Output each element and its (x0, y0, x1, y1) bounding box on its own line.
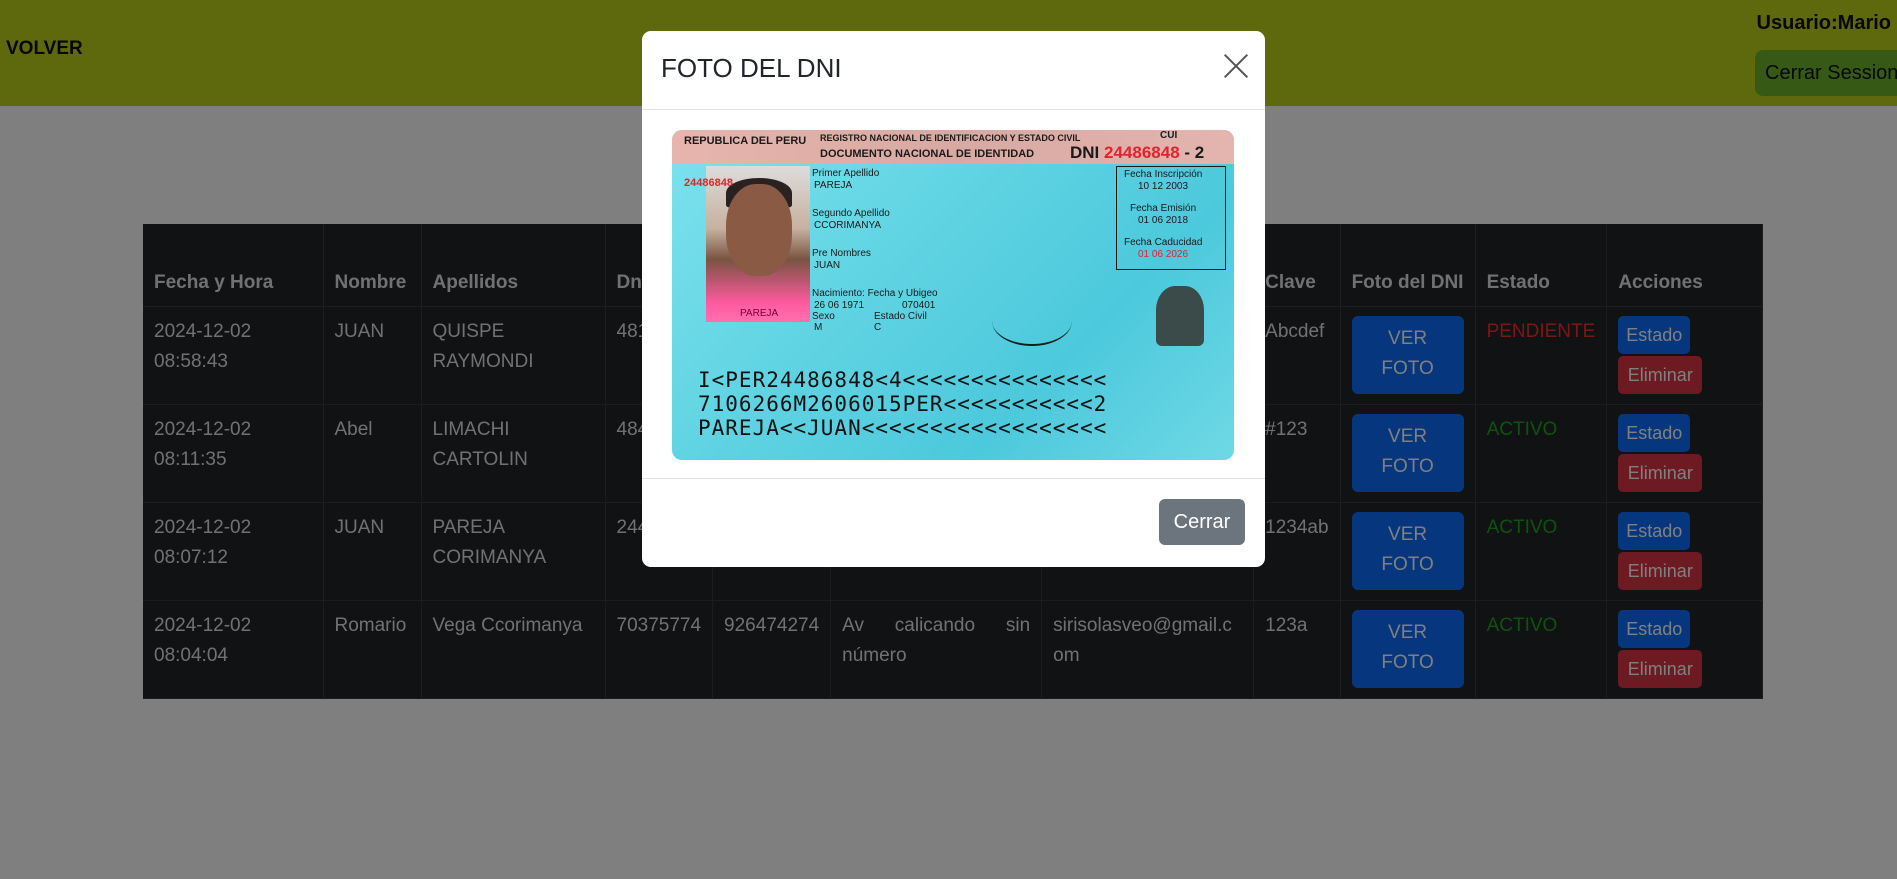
dni-mrz: I<PER24486848<4<<<<<<<<<<<<<<< 7106266M2… (698, 368, 1107, 440)
sexo-label: Sexo (812, 311, 835, 322)
estado-civil-label: Estado Civil (874, 311, 927, 322)
pre-nombres: JUAN (814, 260, 841, 271)
primer-apellido-label: Primer Apellido (812, 168, 880, 179)
emision: 01 06 2018 (1138, 215, 1189, 226)
sexo: M (814, 322, 823, 333)
close-icon[interactable] (1223, 53, 1249, 79)
modal-footer: Cerrar (642, 479, 1265, 567)
photo-face (726, 184, 792, 276)
ubigeo: 070401 (902, 300, 936, 311)
nacimiento-fecha: 26 06 1971 (814, 300, 865, 311)
dni-vertical-number: 24486848 (684, 175, 733, 192)
mrz-line: 7106266M2606015PER<<<<<<<<<<<2 (698, 392, 1108, 416)
mrz-line: I<PER24486848<4<<<<<<<<<<<<<<< (698, 368, 1108, 392)
dni-card-image: REPUBLICA DEL PERU REGISTRO NACIONAL DE … (672, 130, 1234, 460)
dni-label: DNI (1070, 143, 1100, 162)
dni-photo: PAREJA (706, 166, 810, 322)
segundo-apellido-label: Segundo Apellido (812, 208, 890, 219)
dni-doc-title: DOCUMENTO NACIONAL DE IDENTIDAD (820, 148, 1035, 160)
caducidad: 01 06 2026 (1138, 249, 1189, 260)
dni-cui-label: CUI (1160, 130, 1178, 141)
inscripcion-label: Fecha Inscripción (1124, 169, 1203, 180)
estado-civil: C (874, 322, 882, 333)
dni-ghost-photo (1156, 286, 1204, 346)
segundo-apellido: CCORIMANYA (814, 220, 882, 231)
dni-country: REPUBLICA DEL PERU (684, 135, 807, 147)
signature-image (992, 296, 1072, 346)
nacimiento-label: Nacimiento: Fecha y Ubigeo (812, 288, 938, 299)
modal-title: FOTO DEL DNI (661, 53, 842, 83)
modal-body: REPUBLICA DEL PERU REGISTRO NACIONAL DE … (642, 110, 1265, 479)
dni-photo-modal: FOTO DEL DNI REPUBLICA DEL PERU REGISTRO… (642, 31, 1265, 567)
dni-number-value: 24486848 (1104, 143, 1180, 162)
primer-apellido: PAREJA (814, 180, 853, 191)
dni-number: DNI 24486848 - 2 (1070, 143, 1204, 163)
caducidad-label: Fecha Caducidad (1124, 237, 1203, 248)
inscripcion: 10 12 2003 (1138, 181, 1189, 192)
dni-check-digit: - 2 (1184, 143, 1205, 162)
mrz-line: PAREJA<<JUAN<<<<<<<<<<<<<<<<<< (698, 416, 1108, 440)
cerrar-button[interactable]: Cerrar (1159, 499, 1245, 545)
emision-label: Fecha Emisión (1130, 203, 1197, 214)
pre-nombres-label: Pre Nombres (812, 248, 871, 259)
dni-registry: REGISTRO NACIONAL DE IDENTIFICACION Y ES… (820, 133, 1081, 143)
modal-header: FOTO DEL DNI (642, 31, 1265, 110)
photo-caption: PAREJA (740, 308, 779, 319)
